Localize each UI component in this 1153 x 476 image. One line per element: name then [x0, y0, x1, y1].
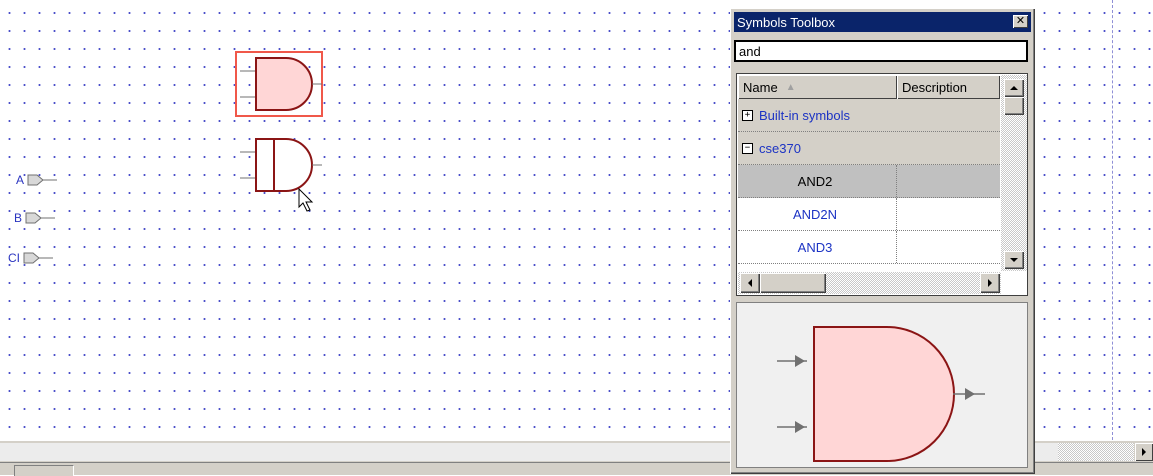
column-header-description[interactable]: Description: [897, 75, 1000, 99]
input-pin-a[interactable]: A: [16, 173, 59, 187]
pin-label-b: B: [14, 211, 23, 225]
input-pin-icon: [23, 252, 53, 264]
symbol-name: AND3: [797, 239, 833, 255]
scroll-up-button[interactable]: [1004, 79, 1024, 97]
group-row-cse370[interactable]: − cse370: [738, 132, 1000, 165]
scroll-right-arrow-icon: [988, 279, 992, 287]
list-horizontal-scrollbar[interactable]: [738, 272, 1001, 294]
symbol-description: [896, 165, 897, 197]
input-pin-ci[interactable]: CI: [8, 251, 55, 265]
horizontal-scroll-thumb[interactable]: [760, 273, 826, 293]
scroll-track-right[interactable]: [1058, 443, 1134, 461]
sort-ascending-icon: ▲: [785, 81, 796, 93]
pin-label-a: A: [16, 173, 25, 187]
and-gate-icon[interactable]: [238, 54, 322, 116]
arrow-cursor-icon: [298, 188, 314, 212]
column-header-name[interactable]: Name ▲: [738, 75, 897, 99]
symbol-name: AND2N: [792, 206, 838, 222]
page-border-guide: [1112, 0, 1113, 440]
symbols-toolbox-panel: Symbols Toolbox ✕ Name ▲ Description + B…: [730, 8, 1035, 474]
input-pin-icon: [27, 174, 58, 186]
scroll-down-button[interactable]: [1004, 251, 1024, 269]
expand-icon[interactable]: +: [742, 109, 753, 121]
scroll-thumb[interactable]: [1004, 97, 1024, 115]
group-row-built-in-symbols[interactable]: + Built-in symbols: [738, 99, 1000, 132]
symbol-name: AND2: [797, 173, 833, 189]
scroll-right-button[interactable]: [980, 273, 1000, 293]
symbol-row-and2[interactable]: AND2: [738, 165, 1000, 198]
scroll-down-arrow-icon: [1010, 258, 1018, 262]
and-gate-preview-icon: [777, 326, 985, 462]
symbol-preview-pane: [736, 302, 1028, 468]
input-pin-icon: [25, 212, 56, 224]
group-label: cse370: [759, 140, 801, 156]
toolbox-title: Symbols Toolbox: [737, 14, 836, 30]
close-icon[interactable]: ✕: [1013, 15, 1028, 28]
symbol-row-and2n[interactable]: AND2N: [738, 198, 1000, 231]
pin-label-ci: CI: [8, 251, 20, 265]
scroll-arrow-icon: [1142, 448, 1146, 456]
group-label: Built-in symbols: [759, 107, 851, 123]
list-vertical-scrollbar[interactable]: [1001, 75, 1027, 271]
symbol-description: [896, 198, 897, 230]
scroll-right-button[interactable]: [1135, 443, 1153, 461]
symbol-row-and3[interactable]: AND3: [738, 231, 1000, 264]
toolbox-title-bar[interactable]: Symbols Toolbox ✕: [734, 12, 1031, 32]
symbol-list[interactable]: Name ▲ Description + Built-in symbols − …: [736, 73, 1028, 296]
scroll-left-button[interactable]: [740, 273, 760, 293]
symbol-search-input[interactable]: [734, 40, 1028, 62]
input-pin-b[interactable]: B: [14, 211, 57, 225]
symbol-description: [896, 231, 897, 263]
collapse-icon[interactable]: −: [742, 142, 753, 154]
scroll-left-arrow-icon: [748, 279, 752, 287]
status-cell: [14, 465, 74, 476]
scroll-up-arrow-icon: [1010, 86, 1018, 90]
